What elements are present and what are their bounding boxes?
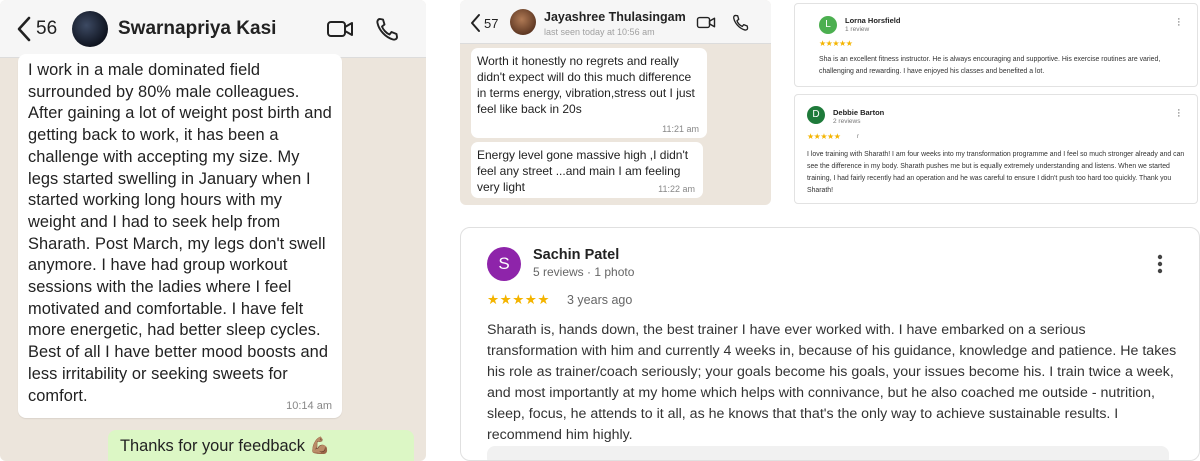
reviewer-name[interactable]: Debbie Barton [833, 108, 884, 117]
reviewer-review-count: 5 reviews · 1 photo [533, 265, 635, 279]
review-date: 3 years ago [567, 293, 633, 307]
outgoing-message: Thanks for your feedback 💪🏽 [108, 430, 414, 461]
chat-screenshot-swarnapriya: 56 Swarnapriya Kasi I work in a male dom… [0, 0, 426, 461]
message-time: 10:14 am [286, 400, 332, 412]
incoming-message: Worth it honestly no regrets and really … [471, 48, 707, 138]
more-vertical-icon[interactable] [1157, 254, 1163, 274]
chevron-left-icon[interactable] [12, 14, 36, 44]
avatar[interactable] [510, 9, 536, 35]
review-text: I love training with Sharath! I am four … [807, 151, 1185, 194]
review-text: Sharath is, hands down, the best trainer… [487, 322, 1177, 443]
avatar[interactable]: D [807, 106, 825, 124]
reviewer-name[interactable]: Lorna Horsfield [845, 16, 900, 25]
phone-icon[interactable] [732, 13, 749, 32]
incoming-message: Energy level gone massive high ,I didn't… [471, 142, 703, 198]
avatar[interactable] [72, 11, 108, 47]
chat-header: 56 Swarnapriya Kasi [0, 0, 426, 58]
unread-count[interactable]: 57 [484, 16, 498, 31]
video-call-icon[interactable] [696, 14, 716, 31]
star-rating: ★★★★★ [819, 39, 853, 48]
reviewer-review-count: 1 review [845, 26, 870, 33]
review-card-sachin: S Sachin Patel 5 reviews · 1 photo ★★★★★… [460, 227, 1200, 461]
incoming-message: I work in a male dominated field surroun… [18, 54, 342, 418]
phone-icon[interactable] [375, 16, 399, 42]
avatar[interactable]: S [487, 247, 521, 281]
reviewer-name[interactable]: Sachin Patel [533, 247, 619, 263]
contact-name[interactable]: Swarnapriya Kasi [118, 18, 276, 40]
message-time: 11:22 am [658, 184, 695, 194]
message-text: Worth it honestly no regrets and really … [477, 54, 695, 116]
message-text: Thanks for your feedback 💪🏽 [120, 437, 330, 455]
review-card-lorna: L Lorna Horsfield 1 review ★★★★★ · · · Sha… [794, 3, 1198, 87]
review-meta: r [857, 134, 859, 140]
more-vertical-icon[interactable]: · · · [1177, 105, 1181, 122]
contact-name[interactable]: Jayashree Thulasingam [544, 10, 686, 24]
avatar[interactable]: L [819, 16, 837, 34]
video-call-icon[interactable] [326, 17, 354, 41]
message-text: I work in a male dominated field surroun… [28, 61, 332, 405]
owner-response-strip [487, 446, 1169, 460]
last-seen-status: last seen today at 10:56 am [544, 27, 655, 37]
star-rating: ★★★★★ [487, 292, 551, 307]
review-card-debbie: D Debbie Barton 2 reviews ★★★★★ r · · · I … [794, 94, 1198, 204]
chat-screenshot-jayashree: 57 Jayashree Thulasingam last seen today… [460, 0, 771, 205]
star-rating: ★★★★★ [807, 132, 841, 141]
more-vertical-icon[interactable]: · · · [1177, 14, 1181, 31]
message-time: 11:21 am [662, 124, 699, 134]
review-text: Sha is an excellent fitness instructor. … [819, 56, 1161, 75]
unread-count[interactable]: 56 [36, 18, 57, 40]
reviewer-review-count: 2 reviews [833, 118, 861, 125]
chevron-left-icon[interactable] [468, 13, 482, 33]
chat-header: 57 Jayashree Thulasingam last seen today… [460, 0, 771, 44]
